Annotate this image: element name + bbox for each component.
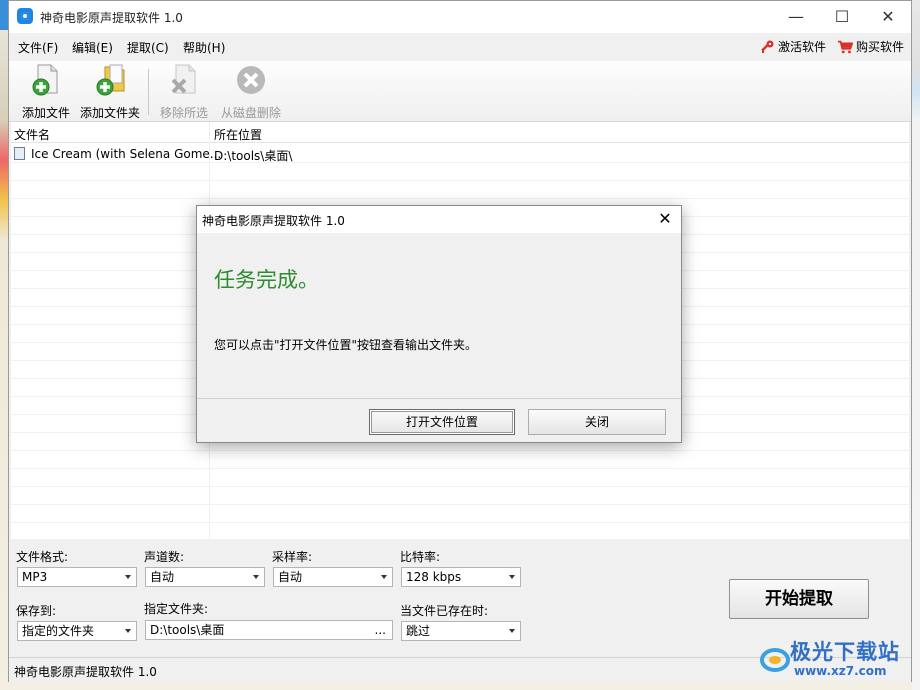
folder-value: D:\tools\桌面 [150,623,225,637]
start-extract-button[interactable]: 开始提取 [729,579,869,619]
row-divider [11,180,909,181]
task-complete-dialog: 神奇电影原声提取软件 1.0 ✕ 任务完成。 您可以点击"打开文件位置"按钮查看… [196,205,682,443]
dialog-close-icon[interactable]: ✕ [653,208,677,230]
row-divider [11,486,909,487]
activate-software-link[interactable]: 激活软件 [759,38,826,55]
save-to-label: 保存到: [16,604,57,618]
sample-rate-select[interactable]: 自动 [273,567,393,587]
add-folder-button[interactable]: 添加文件夹 [77,63,143,120]
file-exists-value: 跳过 [406,624,431,638]
title-bar: 神奇电影原声提取软件 1.0 — ☐ ✕ [9,1,911,33]
channels-label: 声道数: [144,550,185,564]
bitrate-value: 128 kbps [406,570,462,584]
column-header-location[interactable]: 所在位置 [214,126,262,143]
delete-from-disk-label: 从磁盘删除 [220,106,281,120]
row-divider [11,198,909,199]
activate-software-label: 激活软件 [778,40,827,54]
chevron-down-icon [381,575,387,579]
dialog-divider [197,398,681,399]
save-to-select[interactable]: 指定的文件夹 [17,621,137,641]
file-exists-label: 当文件已存在时: [400,604,489,618]
save-to-value: 指定的文件夹 [22,624,95,638]
list-header: 文件名 所在位置 [11,122,909,143]
buy-software-label: 购买软件 [856,40,905,54]
desktop-background-right [912,0,920,690]
window-title: 神奇电影原声提取软件 1.0 [40,11,183,25]
folder-input[interactable]: D:\tools\桌面... [145,620,393,640]
toolbar: 添加文件 添加文件夹 移除所选 从磁盘删除 [9,61,911,122]
app-icon [17,8,33,24]
table-row-location[interactable]: D:\tools\桌面\ [214,147,292,164]
row-divider [11,522,909,523]
chevron-down-icon [509,629,515,633]
folder-label: 指定文件夹: [144,602,209,616]
menu-edit[interactable]: 编辑(E) [72,39,113,56]
chevron-down-icon [253,575,259,579]
table-row-filename[interactable]: Ice Cream (with Selena Gome... [31,147,221,161]
sample-rate-label: 采样率: [272,550,313,564]
watermark-logo: 极光下载站 www.xz7.com [760,632,920,688]
buy-software-link[interactable]: 购买软件 [837,38,904,55]
watermark-url: www.xz7.com [794,664,887,678]
add-file-label: 添加文件 [21,106,70,120]
column-header-filename[interactable]: 文件名 [14,126,50,143]
watermark-swirl-icon [760,648,790,672]
status-text: 神奇电影原声提取软件 1.0 [14,665,157,679]
row-divider [11,450,909,451]
dialog-close-button[interactable]: 关闭 [528,409,666,435]
delete-icon [237,66,265,94]
add-folder-icon [96,64,125,96]
dialog-body: 任务完成。 您可以点击"打开文件位置"按钮查看输出文件夹。 [197,233,681,398]
format-label: 文件格式: [16,550,69,564]
sample-rate-value: 自动 [278,570,303,584]
add-file-button[interactable]: 添加文件 [15,63,77,120]
menu-help[interactable]: 帮助(H) [183,39,225,56]
remove-file-icon [171,64,196,94]
chevron-down-icon [125,575,131,579]
dialog-title-bar: 神奇电影原声提取软件 1.0 ✕ [197,206,681,233]
browse-folder-button[interactable]: ... [375,621,386,639]
remove-selected-label: 移除所选 [159,106,208,120]
dialog-heading: 任务完成。 [214,268,319,292]
add-file-icon [32,64,58,96]
remove-selected-button[interactable]: 移除所选 [155,63,213,120]
row-divider [11,504,909,505]
bitrate-select[interactable]: 128 kbps [401,567,521,587]
add-folder-label: 添加文件夹 [79,106,140,120]
menu-file[interactable]: 文件(F) [18,39,58,56]
dialog-message: 您可以点击"打开文件位置"按钮查看输出文件夹。 [214,338,478,352]
file-exists-select[interactable]: 跳过 [401,621,521,641]
chevron-down-icon [125,629,131,633]
music-file-icon [14,147,25,160]
channels-value: 自动 [150,570,175,584]
bitrate-label: 比特率: [400,550,441,564]
delete-from-disk-button[interactable]: 从磁盘删除 [213,63,289,120]
toolbar-separator [148,69,149,115]
close-button[interactable]: ✕ [865,1,911,32]
row-divider [11,162,909,163]
cart-icon [837,40,853,53]
key-icon [761,40,774,53]
channels-select[interactable]: 自动 [145,567,265,587]
maximize-button[interactable]: ☐ [819,1,865,32]
format-select[interactable]: MP3 [17,567,137,587]
menu-bar: 文件(F) 编辑(E) 提取(C) 帮助(H) 激活软件 购买软件 [9,33,911,61]
menu-extract[interactable]: 提取(C) [127,39,169,56]
chevron-down-icon [509,575,515,579]
minimize-button[interactable]: — [773,1,819,32]
open-file-location-button[interactable]: 打开文件位置 [369,409,515,435]
format-value: MP3 [22,570,48,584]
watermark-text: 极光下载站 [790,640,900,664]
row-divider [11,468,909,469]
dialog-title: 神奇电影原声提取软件 1.0 [202,214,345,228]
